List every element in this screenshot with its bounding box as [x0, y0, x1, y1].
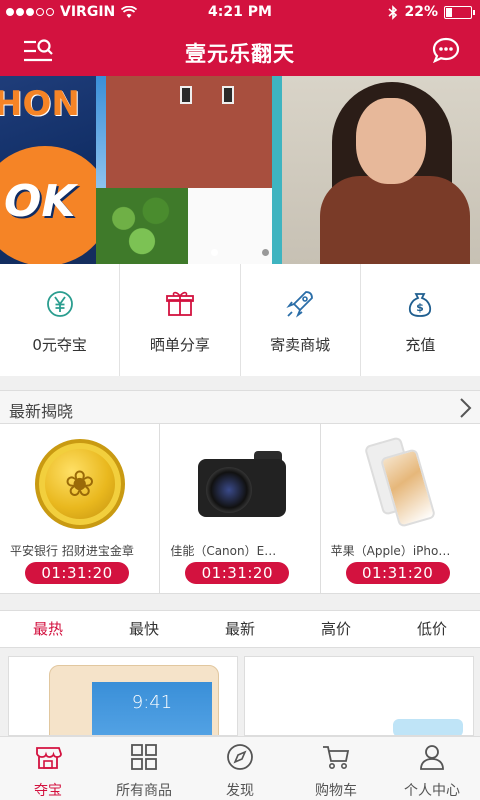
- tab-newest[interactable]: 最新: [192, 611, 288, 647]
- grid-icon: [131, 744, 157, 770]
- tabbar-label: 发现: [226, 783, 254, 799]
- carousel-dot[interactable]: [262, 249, 269, 256]
- tab-hottest[interactable]: 最热: [0, 611, 96, 647]
- latest-products: ❀ 平安银行 招财进宝金章 01:31:20 佳能（Canon）E… 01:31…: [0, 424, 480, 594]
- tab-high-price[interactable]: 高价: [288, 611, 384, 647]
- tab-fastest[interactable]: 最快: [96, 611, 192, 647]
- product-grid: 9:41: [0, 648, 480, 736]
- tabbar-item-home[interactable]: 夺宝: [0, 737, 96, 800]
- tabbar-label: 个人中心: [404, 783, 460, 799]
- user-icon: [420, 745, 444, 770]
- section-title: 最新揭晓: [9, 402, 74, 421]
- nav-bar: 壹元乐翻天: [0, 24, 480, 76]
- status-bar: VIRGIN 4:21 PM 22%: [0, 0, 480, 24]
- quick-link-consign-mall[interactable]: 寄卖商城: [241, 264, 361, 376]
- carousel-dot[interactable]: [211, 249, 218, 256]
- quick-links: 0元夺宝 晒单分享 寄卖商城 $ 充值: [0, 264, 480, 376]
- grid-product-card[interactable]: [244, 656, 474, 736]
- quick-link-label: 0元夺宝: [32, 336, 87, 354]
- tabbar-item-discover[interactable]: 发现: [192, 737, 288, 800]
- quick-link-label: 晒单分享: [149, 336, 210, 354]
- product-image-ipad: 9:41: [49, 665, 219, 735]
- chat-icon[interactable]: [432, 37, 460, 63]
- product-image-camera: [160, 430, 319, 538]
- banner-carousel[interactable]: HON OK: [0, 76, 480, 264]
- bluetooth-icon: [388, 4, 398, 20]
- battery-icon: [444, 5, 475, 19]
- product-image-iphone: [321, 430, 480, 538]
- money-bag-icon: $: [409, 293, 432, 317]
- product-card[interactable]: 苹果（Apple）iPho… 01:31:20: [321, 424, 480, 593]
- countdown-timer: 01:31:20: [345, 562, 450, 584]
- svg-text:$: $: [417, 301, 425, 314]
- carousel-indicator: [0, 249, 480, 256]
- yen-icon: [46, 291, 73, 317]
- gift-icon: [165, 291, 194, 316]
- product-name: 苹果（Apple）iPho…: [330, 544, 451, 558]
- product-card[interactable]: ❀ 平安银行 招财进宝金章 01:31:20: [0, 424, 161, 593]
- tabbar-item-profile[interactable]: 个人中心: [384, 737, 480, 800]
- quick-link-recharge[interactable]: $ 充值: [361, 264, 480, 376]
- product-card[interactable]: 佳能（Canon）E… 01:31:20: [160, 424, 321, 593]
- banner-image-portrait: [282, 76, 480, 264]
- product-image-partial: [393, 719, 463, 735]
- shop-icon: [36, 747, 62, 769]
- product-name: 平安银行 招财进宝金章: [10, 544, 134, 558]
- status-right: 22%: [388, 4, 475, 20]
- bottom-tab-bar: 夺宝 所有商品 发现 购物车 个人中心: [0, 736, 480, 800]
- banner-image-team-logo: HON OK: [0, 76, 110, 264]
- tabbar-item-cart[interactable]: 购物车: [288, 737, 384, 800]
- chevron-right-icon[interactable]: [458, 397, 472, 419]
- banner-image-strip: [272, 76, 282, 264]
- countdown-timer: 01:31:20: [185, 562, 290, 584]
- latest-revealed-header[interactable]: 最新揭晓: [0, 390, 480, 424]
- quick-link-zero-yuan[interactable]: 0元夺宝: [0, 264, 121, 376]
- tabbar-label: 夺宝: [34, 783, 62, 799]
- tab-low-price[interactable]: 低价: [384, 611, 480, 647]
- quick-link-label: 寄卖商城: [270, 336, 331, 354]
- product-image-gold-medal: ❀: [0, 430, 159, 538]
- countdown-timer: 01:31:20: [25, 562, 129, 584]
- tabbar-label: 购物车: [315, 783, 357, 799]
- grid-product-card[interactable]: 9:41: [8, 656, 238, 736]
- ipad-screen-time: 9:41: [92, 682, 212, 735]
- sort-tabs: 最热 最快 最新 高价 低价: [0, 610, 480, 648]
- quick-link-share[interactable]: 晒单分享: [120, 264, 241, 376]
- tabbar-label: 所有商品: [116, 783, 172, 799]
- compass-icon: [227, 744, 253, 770]
- banner-image-building: [96, 76, 272, 264]
- tabbar-item-all-products[interactable]: 所有商品: [96, 737, 192, 800]
- cart-icon: [323, 746, 350, 769]
- rocket-icon: [286, 291, 314, 318]
- page-title: 壹元乐翻天: [185, 42, 295, 66]
- product-name: 佳能（Canon）E…: [170, 544, 277, 558]
- battery-percent: 22%: [404, 4, 438, 20]
- quick-link-label: 充值: [405, 336, 436, 354]
